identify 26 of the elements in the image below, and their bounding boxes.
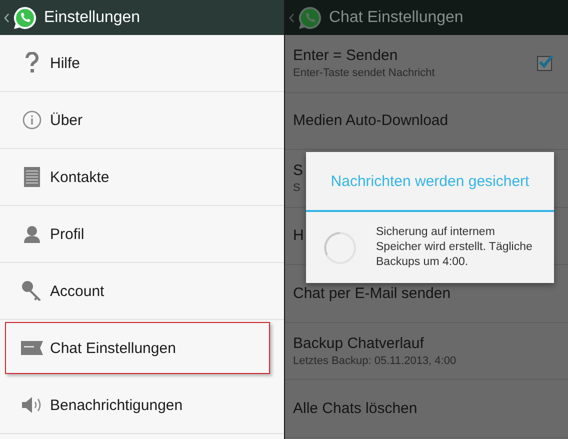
key-icon [21,280,43,302]
menu-item[interactable]: Chat Einstellungen [5,322,270,374]
menu-item[interactable]: Profil [0,206,284,263]
checkbox[interactable] [537,56,552,71]
setting-subtitle: S [293,182,300,194]
screen-title: Chat Einstellungen [329,8,464,26]
message-icon [21,341,43,355]
back-icon[interactable] [4,12,9,22]
menu-item[interactable]: Hilfe [0,35,284,92]
person-icon [23,225,41,243]
menu-item[interactable]: Benachrichtigungen [0,377,284,434]
screen-title: Einstellungen [44,8,140,26]
info-icon [22,110,42,130]
list-document-icon [24,167,40,187]
phone-bubble-icon[interactable] [12,4,38,30]
menu-item[interactable]: Account [0,263,284,320]
setting-subtitle: Enter-Taste sendet Nachricht [293,67,435,80]
back-icon[interactable] [289,12,294,22]
menu-item[interactable]: Über [0,92,284,149]
speaker-icon [21,395,43,415]
dialog-title: Nachrichten werden gesichert [306,152,554,212]
spinner-icon [323,230,357,264]
menu-item[interactable]: Kontakte [0,149,284,206]
setting-subtitle: Letztes Backup: 05.11.2013, 4:00 [293,354,456,367]
dialog-message: Sicherung auf internem Speicher wird erstellt. Tägliche Backups um 4:00. [376,225,534,270]
question-mark-icon [25,52,39,74]
